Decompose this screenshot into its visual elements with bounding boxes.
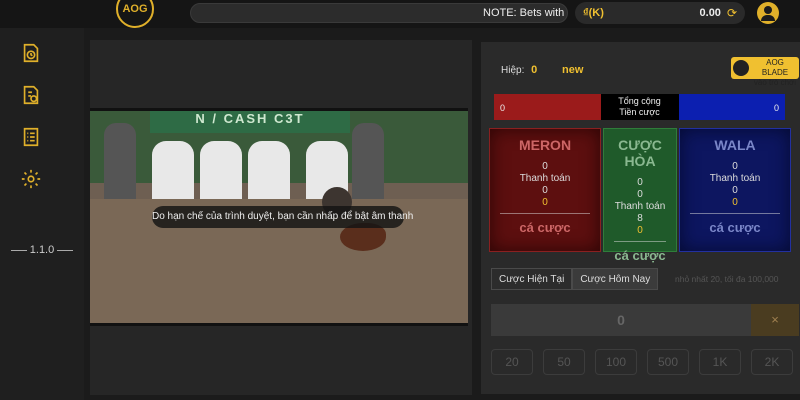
money-doc-icon[interactable] <box>20 84 42 106</box>
wala-payout-label: Thanh toán <box>709 173 761 184</box>
balance-amount: 0.00 <box>699 7 721 19</box>
spectator <box>104 123 136 205</box>
wala-bet-amount: 0 <box>732 161 738 172</box>
logo: AOG <box>116 0 154 28</box>
list-doc-icon[interactable] <box>20 126 42 148</box>
draw-title: CƯỢC HÒA <box>618 137 662 169</box>
currency-label: ₫(K) <box>583 7 604 19</box>
draw-value-2: 0 <box>637 189 643 200</box>
draw-payout: 8 <box>637 213 643 224</box>
chip-2k[interactable]: 2K <box>751 349 793 375</box>
blade-subtitle: vào trò chơi <box>753 78 797 87</box>
user-avatar-icon[interactable] <box>757 2 779 24</box>
version-label: 1.1.0 <box>0 244 84 256</box>
draw-my-bet: 0 <box>637 225 643 236</box>
draw-bet-button[interactable]: cá cược <box>604 248 676 263</box>
balance-pill: ₫(K) 0.00 ⟳ <box>575 2 745 24</box>
wala-bet-button[interactable]: cá cược <box>680 220 790 235</box>
chair <box>152 141 194 203</box>
tab-current-bets[interactable]: Cược Hiện Tại <box>491 268 573 290</box>
draw-value-1: 0 <box>637 177 643 188</box>
round-label: Hiệp: <box>501 65 525 76</box>
meron-total: 0 <box>494 94 601 120</box>
history-icon[interactable] <box>20 42 42 64</box>
tab-today-bets[interactable]: Cược Hôm Nay <box>572 268 659 290</box>
sidebar: 1.1.0 <box>0 28 84 400</box>
wala-my-bet: 0 <box>732 197 738 208</box>
draw-payout-label: Thanh toán <box>614 201 666 212</box>
totals-label: Tổng cộng Tiền cược <box>600 94 679 120</box>
blade-game-button[interactable]: AOG BLADE vào trò chơi <box>731 57 799 87</box>
wala-payout: 0 <box>732 185 738 196</box>
meron-my-bet: 0 <box>542 197 548 208</box>
chip-20[interactable]: 20 <box>491 349 533 375</box>
bet-amount-input[interactable]: 0 <box>491 304 751 336</box>
round-info: Hiệp: 0 new <box>501 64 583 76</box>
wala-bet-box[interactable]: WALA 0 Thanh toán 0 0 cá cược <box>679 128 791 252</box>
meron-payout: 0 <box>542 185 548 196</box>
sound-notice[interactable]: Do hạn chế của trình duyệt, bạn cần nhấp… <box>152 206 413 228</box>
chip-50[interactable]: 50 <box>543 349 585 375</box>
clear-amount-button[interactable]: × <box>751 304 799 336</box>
chip-500[interactable]: 500 <box>647 349 689 375</box>
chair <box>200 141 242 203</box>
spectator <box>352 123 384 205</box>
wala-total: 0 <box>678 94 785 120</box>
chip-1k[interactable]: 1K <box>699 349 741 375</box>
meron-title: MERON <box>518 137 572 153</box>
divider <box>614 241 666 242</box>
chair <box>248 141 290 203</box>
top-bar: AOG NOTE: Bets with C ₫(K) 0.00 ⟳ <box>0 0 800 28</box>
round-number: 0 <box>531 64 538 76</box>
chip-row: 20 50 100 500 1K 2K <box>491 349 799 375</box>
wala-title: WALA <box>714 137 756 153</box>
bet-history-tabs: Cược Hiện Tại Cược Hôm Nay <box>491 268 659 290</box>
blade-logo-icon <box>733 60 749 76</box>
totals-label-line1: Tổng cộng <box>618 96 661 106</box>
totals-label-line2: Tiền cược <box>619 107 660 117</box>
round-status: new <box>562 64 584 76</box>
totals-bar: 0 Tổng cộng Tiền cược 0 <box>494 94 785 120</box>
refresh-icon[interactable]: ⟳ <box>727 6 737 20</box>
arena-banner: N / CASH C3T <box>150 111 350 133</box>
announcement-marquee: NOTE: Bets with C <box>190 3 568 23</box>
meron-bet-button[interactable]: cá cược <box>490 220 600 235</box>
draw-bet-box[interactable]: CƯỢC HÒA 0 0 Thanh toán 8 0 cá cược <box>603 128 677 263</box>
meron-bet-amount: 0 <box>542 161 548 172</box>
blade-title: AOG BLADE <box>761 58 789 77</box>
amount-row: 0 × <box>491 304 799 336</box>
chip-100[interactable]: 100 <box>595 349 637 375</box>
divider <box>690 213 780 214</box>
bet-limit-text: nhỏ nhất 20, tối đa 100,000 <box>675 274 779 284</box>
settings-icon[interactable] <box>20 168 42 190</box>
betting-panel: Hiệp: 0 new AOG BLADE vào trò chơi 0 Tổn… <box>481 42 800 394</box>
divider <box>500 213 590 214</box>
meron-payout-label: Thanh toán <box>519 173 571 184</box>
meron-bet-box[interactable]: MERON 0 Thanh toán 0 0 cá cược <box>489 128 601 252</box>
